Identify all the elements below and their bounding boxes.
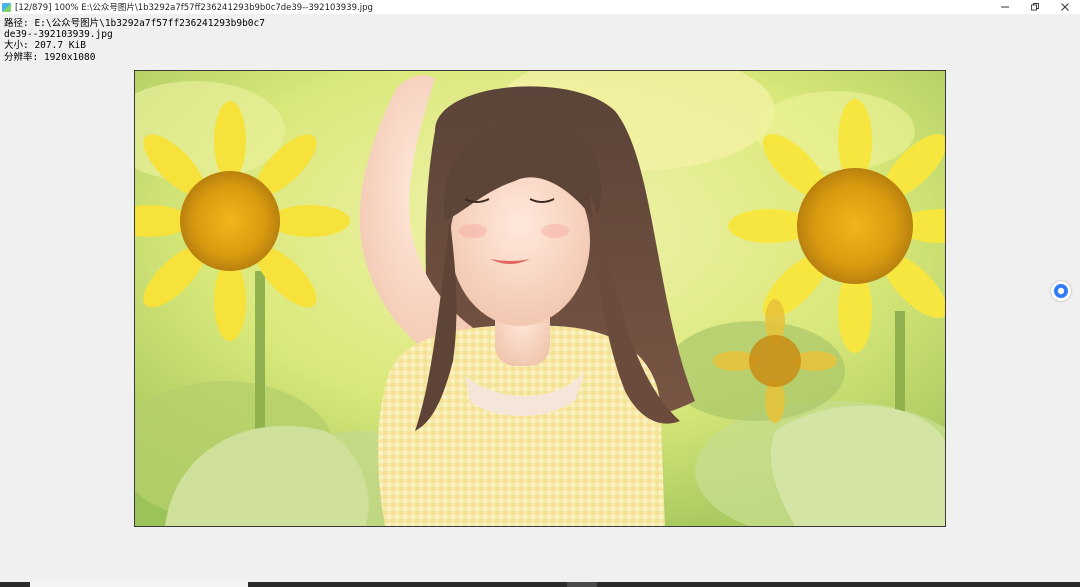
bottom-strip-mark [567, 582, 597, 587]
file-resolution: 分辨率: 1920x1080 [4, 51, 96, 63]
minimize-icon [1001, 6, 1009, 8]
window-title: [12/879] 100% E:\公众号图片\1b3292a7f57ff2362… [15, 3, 373, 13]
file-size: 大小: 207.7 KiB [4, 40, 86, 52]
bottom-strip-highlight [30, 582, 248, 587]
photo-sunflowers-girl [135, 71, 945, 526]
title-bar[interactable]: [12/879] 100% E:\公众号图片\1b3292a7f57ff2362… [0, 0, 1080, 14]
file-info-panel: 路径: E:\公众号图片\1b3292a7f57ff236241293b9b0c… [4, 18, 265, 63]
restore-button[interactable] [1020, 0, 1050, 14]
restore-icon [1031, 3, 1039, 11]
window-controls [990, 0, 1080, 14]
close-button[interactable] [1050, 0, 1080, 14]
file-path-line-2: de39--392103939.jpg [4, 29, 113, 41]
close-icon [1061, 3, 1069, 11]
image-canvas[interactable] [134, 70, 946, 527]
file-path-line-1: 路径: E:\公众号图片\1b3292a7f57ff236241293b9b0c… [4, 18, 265, 29]
circle-assistant-icon [1054, 284, 1068, 298]
image-viewer-app-icon [2, 2, 11, 12]
floating-assistant-button[interactable] [1051, 281, 1071, 301]
minimize-button[interactable] [990, 0, 1020, 14]
